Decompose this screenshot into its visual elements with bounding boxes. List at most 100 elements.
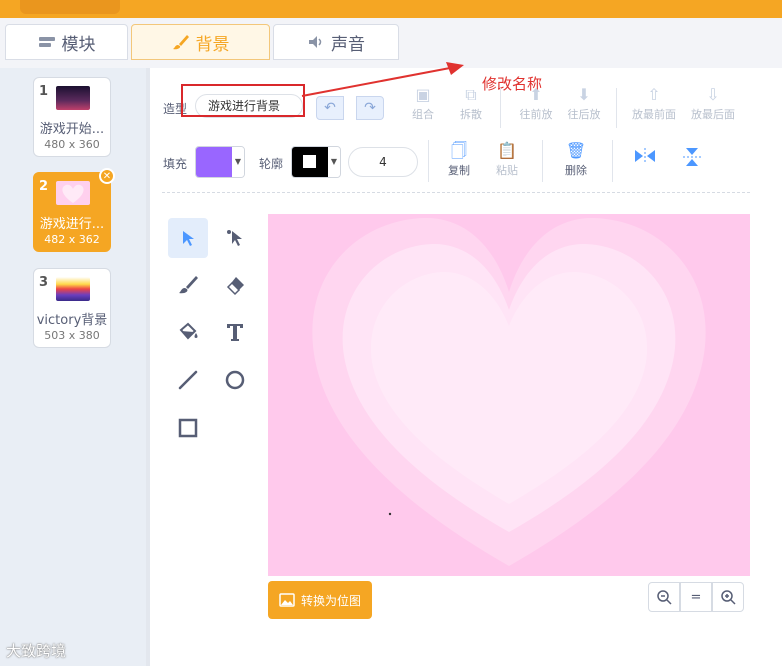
tab-sounds[interactable]: 声音 — [273, 24, 399, 60]
convert-to-bitmap-button[interactable]: 转换为位图 — [268, 581, 372, 619]
drawing-canvas[interactable] — [268, 214, 750, 576]
group-button[interactable]: ▣ 组合 — [401, 84, 445, 122]
tab-label: 声音 — [331, 34, 365, 55]
fill-label: 填充 — [163, 157, 188, 171]
flip-horizontal-icon — [635, 148, 655, 164]
copy-label: 复制 — [448, 164, 470, 177]
chevron-down-icon: ▼ — [232, 147, 244, 177]
copy-button[interactable]: 🗍 复制 — [437, 140, 481, 178]
fill-color-swatch — [196, 147, 232, 177]
forward-label: 往前放 — [519, 108, 553, 121]
convert-button-label: 转换为位图 — [300, 593, 361, 608]
delete-button[interactable]: 🗑 删除 — [554, 140, 598, 178]
backdrop-index: 2 — [39, 179, 49, 194]
eraser-icon — [226, 277, 244, 296]
fill-tool[interactable] — [168, 312, 208, 352]
app-logo — [20, 0, 120, 14]
tab-blocks[interactable]: 模块 — [5, 24, 128, 60]
group-icon: ▣ — [415, 85, 431, 104]
blocks-icon — [38, 37, 55, 47]
heart-artwork — [268, 214, 750, 576]
backdrop-thumbnail — [56, 86, 90, 110]
line-tool[interactable] — [168, 360, 208, 400]
backdrop-size: 480 x 360 — [44, 138, 100, 151]
flip-vertical-button[interactable] — [670, 146, 714, 171]
redo-button[interactable]: ↷ — [356, 96, 384, 120]
backdrop-size: 482 x 362 — [44, 233, 100, 246]
paste-button[interactable]: 📋 粘贴 — [485, 140, 529, 178]
backdrop-list: 1 游戏开始... 480 x 360 2 游戏进行... 482 x 362 … — [0, 68, 146, 666]
circle-tool[interactable] — [215, 360, 255, 400]
toolbar-divider — [542, 140, 543, 182]
trash-icon: 🗑 — [565, 141, 587, 160]
brush-icon — [179, 276, 198, 294]
toolbar-divider — [612, 140, 613, 182]
watermark: 大致跨境 — [6, 642, 67, 660]
backdrop-size: 503 x 380 — [44, 329, 100, 342]
ungroup-icon: ⧉ — [465, 85, 477, 104]
zoom-out-button[interactable] — [648, 582, 680, 612]
paint-bucket-icon — [179, 322, 198, 340]
backdrop-thumbnail — [56, 181, 90, 205]
tab-label: 背景 — [195, 34, 230, 55]
toolbar-divider — [616, 88, 617, 128]
annotation-highlight-box — [181, 84, 305, 117]
rectangle-icon — [178, 418, 198, 438]
front-label: 放最前面 — [632, 108, 676, 121]
toolbar-divider — [500, 88, 501, 128]
bring-to-front-button[interactable]: ⇧ 放最前面 — [627, 84, 681, 122]
fill-color-picker[interactable]: ▼ — [195, 146, 245, 178]
backdrop-index: 3 — [39, 275, 49, 290]
back-label: 放最后面 — [691, 108, 735, 121]
backdrop-item-2[interactable]: 2 游戏进行... 482 x 362 ✕ — [33, 168, 115, 252]
toolbar-divider — [162, 192, 750, 193]
delete-backdrop-icon[interactable]: ✕ — [99, 168, 115, 184]
brush-tool[interactable] — [168, 265, 208, 305]
backdrop-thumbnail — [56, 277, 90, 301]
arrow-down-icon: ⬇ — [577, 85, 591, 104]
paste-icon: 📋 — [497, 141, 517, 160]
redo-icon: ↷ — [364, 100, 376, 116]
outline-label: 轮廓 — [259, 157, 284, 171]
reshape-tool[interactable] — [215, 218, 255, 258]
reshape-icon — [227, 230, 242, 246]
line-icon — [178, 370, 198, 390]
ungroup-button[interactable]: ⧉ 拆散 — [449, 84, 493, 122]
backdrop-name: 游戏开始... — [39, 122, 105, 137]
undo-button[interactable]: ↶ — [316, 96, 344, 120]
send-to-back-button[interactable]: ⇩ 放最后面 — [686, 84, 740, 122]
undo-icon: ↶ — [324, 100, 336, 116]
select-arrow-icon — [183, 231, 194, 246]
double-arrow-up-icon: ⇧ — [647, 85, 661, 104]
backdrop-item-3[interactable]: 3 victory背景 503 x 380 — [33, 268, 111, 348]
arrow-up-icon: ⬆ — [529, 85, 543, 104]
chevron-down-icon: ▼ — [328, 147, 340, 177]
flip-horizontal-button[interactable] — [623, 146, 667, 169]
zoom-out-icon — [657, 590, 672, 605]
tab-backdrops[interactable]: 背景 — [131, 24, 270, 60]
toolbar-divider — [428, 140, 429, 182]
equals-icon: = — [690, 589, 702, 605]
delete-label: 删除 — [565, 164, 587, 177]
copy-icon: 🗍 — [451, 141, 467, 160]
zoom-reset-button[interactable]: = — [680, 582, 712, 612]
zoom-in-button[interactable] — [712, 582, 744, 612]
eraser-tool[interactable] — [215, 265, 255, 305]
image-icon — [279, 593, 295, 607]
brush-icon — [172, 35, 189, 50]
select-tool[interactable] — [168, 218, 208, 258]
backward-label: 往后放 — [567, 108, 601, 121]
circle-icon — [225, 370, 245, 390]
outline-color-picker[interactable]: ▼ — [291, 146, 341, 178]
app-menu-bar — [0, 0, 782, 18]
backdrop-item-1[interactable]: 1 游戏开始... 480 x 360 — [33, 77, 111, 157]
outline-width-input[interactable]: 4 — [348, 147, 418, 177]
forward-button[interactable]: ⬆ 往前放 — [514, 84, 558, 122]
backdrop-index: 1 — [39, 84, 49, 99]
rectangle-tool[interactable] — [168, 408, 208, 448]
ungroup-label: 拆散 — [460, 108, 482, 121]
backward-button[interactable]: ⬇ 往后放 — [562, 84, 606, 122]
backdrop-name: 游戏进行... — [39, 217, 105, 232]
text-tool[interactable] — [215, 312, 255, 352]
double-arrow-down-icon: ⇩ — [706, 85, 720, 104]
